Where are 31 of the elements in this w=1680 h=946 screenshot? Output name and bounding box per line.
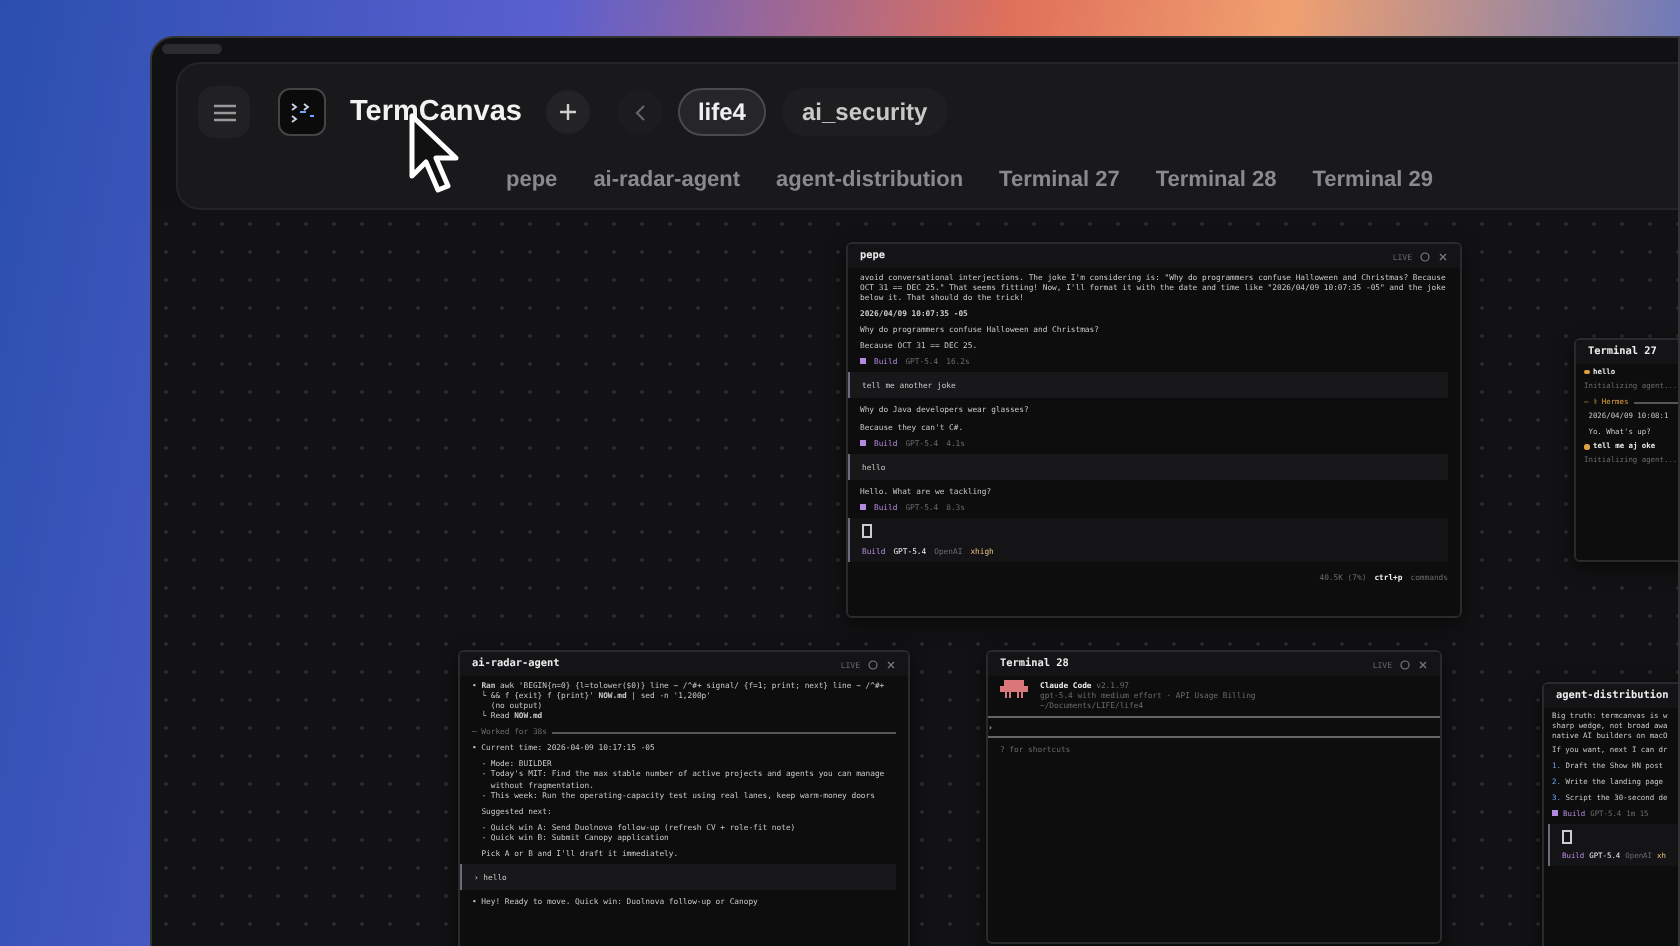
chevron-left-icon	[633, 103, 646, 121]
maximize-icon[interactable]	[868, 659, 878, 669]
cursor-icon	[1562, 829, 1571, 844]
window-handle-icon	[162, 44, 222, 54]
terminal-tab[interactable]: Terminal 28	[1147, 164, 1285, 196]
app-title: TermCanvas	[350, 96, 522, 128]
terminal-tab[interactable]: ai-radar-agent	[585, 164, 749, 196]
terminal-tab[interactable]: agent-distribution	[768, 164, 972, 196]
terminal-tab[interactable]: Terminal 29	[1304, 164, 1442, 196]
agent-mode-icon	[860, 439, 866, 446]
close-icon[interactable]	[1418, 659, 1428, 669]
terminal-tab[interactable]: pepe	[498, 164, 566, 196]
agent-mode-icon	[860, 358, 866, 365]
agent-mode-icon	[1552, 810, 1558, 817]
bullet-icon	[1584, 444, 1589, 450]
maximize-icon[interactable]	[1420, 251, 1430, 261]
app-logo-icon	[278, 88, 326, 136]
terminal-tab[interactable]: Terminal 27	[991, 164, 1128, 196]
close-icon[interactable]	[886, 659, 896, 669]
mascot-icon	[1000, 680, 1028, 700]
menu-button[interactable]	[198, 86, 250, 138]
project-tab[interactable]: life4	[677, 88, 766, 136]
add-button[interactable]	[545, 90, 590, 134]
project-tab[interactable]: ai_security	[781, 88, 948, 136]
close-icon[interactable]	[1438, 251, 1448, 261]
agent-mode-icon	[860, 503, 866, 510]
maximize-icon[interactable]	[1400, 659, 1410, 669]
plus-icon	[559, 104, 576, 120]
cursor-icon	[862, 523, 871, 538]
bullet-icon	[1584, 369, 1589, 375]
menu-icon	[213, 103, 235, 121]
